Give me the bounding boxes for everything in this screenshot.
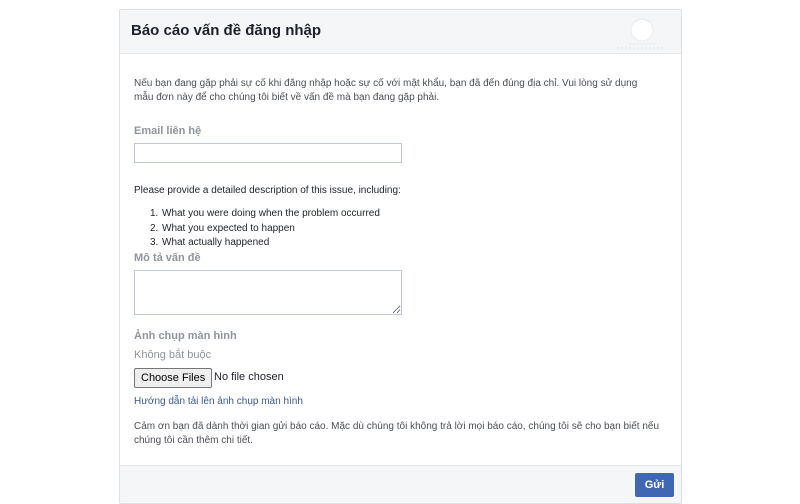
no-file-chosen-text: No file chosen bbox=[214, 371, 284, 383]
optional-note: Không bắt buộc bbox=[134, 349, 212, 361]
report-login-problem-dialog: Báo cáo vấn đề đăng nhập Nếu bạn đang gặ… bbox=[119, 9, 682, 504]
description-textarea[interactable] bbox=[134, 270, 402, 315]
dialog-title: Báo cáo vấn đề đăng nhập bbox=[131, 22, 322, 39]
list-item: 2. What you expected to happen bbox=[150, 222, 295, 234]
dialog-header: Báo cáo vấn đề đăng nhập bbox=[120, 10, 681, 54]
email-field[interactable] bbox=[134, 143, 402, 163]
email-label: Email liên hệ bbox=[134, 125, 202, 137]
submit-button[interactable]: Gửi bbox=[635, 473, 674, 497]
list-item: 1. What you were doing when the problem o… bbox=[150, 208, 380, 219]
screenshot-guide-link[interactable]: Hướng dẫn tải lên ảnh chụp màn hình bbox=[134, 396, 303, 407]
intro-text: Nếu bạn đang gặp phải sự cố khi đăng nhậ… bbox=[134, 78, 638, 103]
choose-files-button[interactable]: Choose Files bbox=[134, 368, 213, 388]
description-prompt: Please provide a detailed description of… bbox=[134, 185, 401, 196]
header-decoration-icon bbox=[617, 18, 663, 49]
thanks-text: Cảm ơn bạn đã dành thời gian gửi báo cáo… bbox=[134, 421, 660, 446]
description-label: Mô tả vấn đề bbox=[134, 252, 201, 264]
description-guidelines-list: 1. What you were doing when the problem o… bbox=[150, 207, 380, 251]
screenshot-label: Ảnh chụp màn hình bbox=[134, 330, 237, 342]
dialog-footer: Gửi bbox=[120, 465, 681, 503]
list-item: 3. What actually happened bbox=[150, 237, 270, 248]
